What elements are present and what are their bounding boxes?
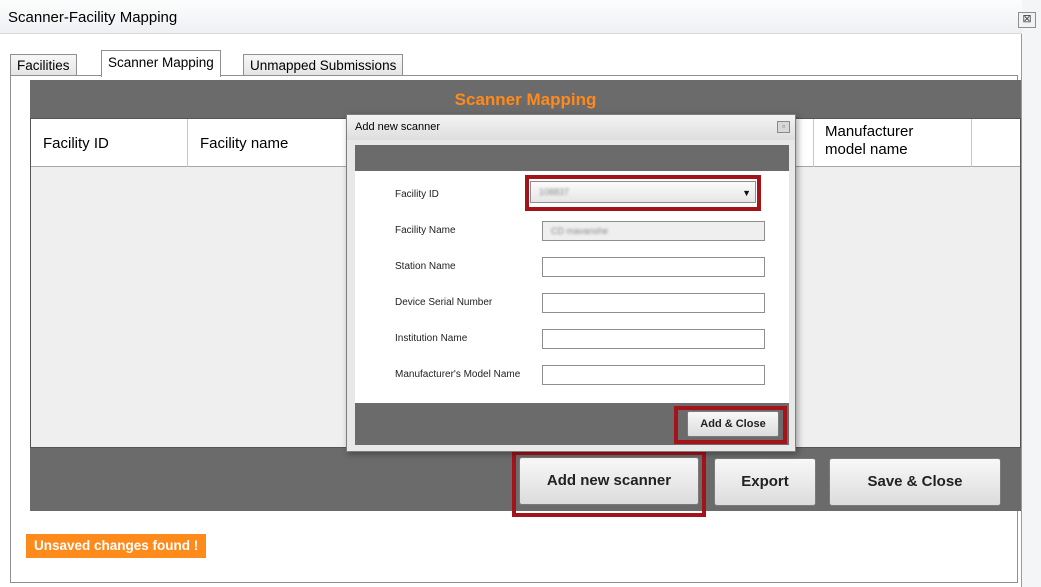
column-separator xyxy=(971,119,972,167)
status-badge: Unsaved changes found ! xyxy=(26,534,207,558)
column-header-model-name[interactable]: Manufacturer model name xyxy=(813,119,971,167)
tab-scanner-mapping[interactable]: Scanner Mapping xyxy=(101,50,221,77)
device-serial-label: Device Serial Number xyxy=(395,297,493,308)
highlight-box xyxy=(512,451,706,517)
close-icon[interactable]: ⊠ xyxy=(1018,12,1036,28)
institution-name-label: Institution Name xyxy=(395,333,468,344)
column-header-label: Facility ID xyxy=(43,135,109,152)
add-scanner-dialog: Add new scanner ▫ Facility ID Facility N… xyxy=(346,114,796,452)
facility-name-field: CD mavanshe xyxy=(542,221,765,241)
tab-unmapped-submissions[interactable]: Unmapped Submissions xyxy=(243,54,404,76)
device-serial-input[interactable] xyxy=(542,293,765,313)
save-close-button[interactable]: Save & Close xyxy=(829,458,1001,506)
dialog-close-icon[interactable]: ▫ xyxy=(777,121,790,133)
panel-header: Scanner Mapping xyxy=(30,80,1021,118)
highlight-box xyxy=(674,406,787,444)
column-header-label: Manufacturer model name xyxy=(825,123,914,158)
facility-id-label: Facility ID xyxy=(395,189,439,200)
model-name-input[interactable] xyxy=(542,365,765,385)
column-header-facility-name[interactable]: Facility name xyxy=(188,119,348,167)
model-name-label: Manufacturer's Model Name xyxy=(395,369,521,380)
station-name-input[interactable] xyxy=(542,257,765,277)
dialog-header-band xyxy=(355,145,789,171)
facility-name-label: Facility Name xyxy=(395,225,456,236)
title-bar: Scanner-Facility Mapping xyxy=(0,0,1022,34)
institution-name-input[interactable] xyxy=(542,329,765,349)
tab-facilities[interactable]: Facilities xyxy=(10,54,77,76)
station-name-label: Station Name xyxy=(395,261,456,272)
facility-name-value: CD mavanshe xyxy=(551,226,609,236)
column-header-label: Facility name xyxy=(200,135,289,152)
window-edge: ⊠ xyxy=(1018,0,1041,587)
dialog-title-bar: Add new scanner ▫ xyxy=(347,115,795,140)
panel-title: Scanner Mapping xyxy=(454,90,597,109)
window-title: Scanner-Facility Mapping xyxy=(8,9,178,26)
dialog-title: Add new scanner xyxy=(355,121,440,133)
highlight-box xyxy=(525,175,761,211)
export-button[interactable]: Export xyxy=(714,458,816,506)
column-header-facility-id[interactable]: Facility ID xyxy=(31,119,188,167)
